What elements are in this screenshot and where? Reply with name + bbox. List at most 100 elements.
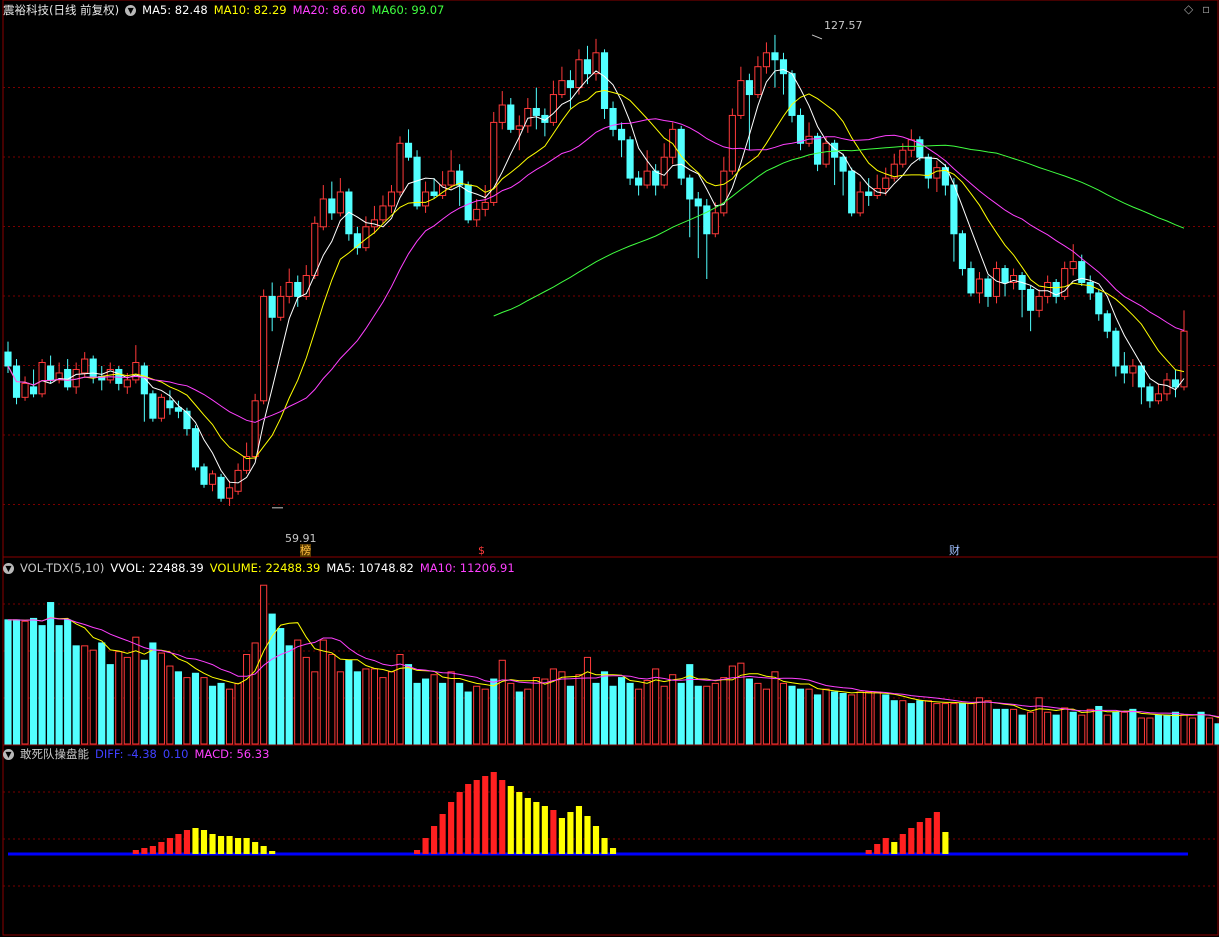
candle-body <box>498 104 506 123</box>
diff-label: DIFF: -4.38 <box>95 747 157 761</box>
candle-body <box>583 59 592 75</box>
candle-body <box>47 365 55 381</box>
volume-bar <box>541 678 549 745</box>
macd-bar <box>891 842 898 854</box>
candle-body <box>1103 313 1111 332</box>
volume-bar <box>1180 714 1188 745</box>
candle-body <box>132 362 140 381</box>
diamond-icon[interactable]: ◇ <box>1184 2 1193 16</box>
candle-body <box>967 268 975 294</box>
candle-body <box>1146 386 1154 402</box>
volume-bar <box>1205 717 1214 745</box>
volume-bar <box>47 602 55 745</box>
candle-body <box>217 476 225 499</box>
candle-body <box>975 278 984 294</box>
candle-body <box>711 212 719 235</box>
candle-body <box>882 177 890 190</box>
candle-body <box>515 125 523 130</box>
macd-bar <box>541 806 548 854</box>
volume-bar <box>643 679 651 745</box>
candle-body <box>600 52 609 109</box>
candle-body <box>796 114 805 144</box>
volume-bar <box>191 672 200 745</box>
candle-body <box>958 233 967 270</box>
macd-indicator-name[interactable]: 敢死队操盘能 <box>20 747 89 761</box>
macd-bar <box>533 802 540 854</box>
volume-bar <box>464 691 472 745</box>
candle-body <box>1001 268 1009 283</box>
volume-bar <box>771 671 779 745</box>
candle-body <box>481 201 489 210</box>
dea-label: 0.10 <box>162 747 189 761</box>
volume-bar <box>234 682 242 745</box>
candle-body <box>174 407 183 412</box>
volume-bar <box>430 674 438 745</box>
candle-body <box>507 104 515 130</box>
square-icon[interactable]: ▫ <box>1202 2 1210 16</box>
event-marker-dollar[interactable]: $ <box>478 544 485 557</box>
event-marker-finance[interactable]: 财 <box>949 544 960 557</box>
candle-body <box>1069 261 1077 270</box>
candle-body <box>779 59 788 75</box>
macd-bar <box>601 838 608 854</box>
volume-bar <box>456 682 464 745</box>
candle-body <box>686 177 694 200</box>
volume-bar <box>992 708 1001 745</box>
event-marker-list[interactable]: 榜 <box>300 544 311 557</box>
volume-bar <box>1103 714 1111 745</box>
candle-body <box>1086 281 1094 294</box>
volume-bar <box>1001 708 1009 745</box>
candle-body <box>549 94 557 123</box>
volume-bar <box>831 691 839 745</box>
volume-bar <box>984 700 992 745</box>
macd-bar <box>473 780 480 854</box>
candle-body <box>81 358 89 374</box>
candle-body <box>277 295 285 318</box>
volume-indicator-name[interactable]: VOL-TDX(5,10) <box>20 561 104 575</box>
dropdown-icon[interactable]: ▼ <box>125 5 137 16</box>
candle-body <box>617 128 626 141</box>
volume-bar <box>1137 717 1145 745</box>
candle-body <box>234 469 242 492</box>
dropdown-icon[interactable]: ▼ <box>3 563 14 574</box>
volume-bar <box>703 685 711 745</box>
macd-bar <box>524 798 531 854</box>
macd-bar <box>925 818 932 854</box>
macd-bar <box>933 812 940 854</box>
macd-bar <box>158 842 165 854</box>
volume-bar <box>217 682 225 745</box>
stock-chart[interactable] <box>0 0 1219 937</box>
vol-ma10-label: MA10: 11206.91 <box>419 561 515 575</box>
macd-bar <box>490 772 497 854</box>
volume-bar <box>720 677 728 745</box>
candle-body <box>4 351 12 367</box>
volume-bar <box>865 691 873 745</box>
macd-bar <box>260 846 267 854</box>
volume-bar <box>583 656 592 745</box>
ma60-label: MA60: 99.07 <box>371 3 445 17</box>
volume-bar <box>1052 714 1060 745</box>
candle-body <box>992 268 1001 297</box>
dropdown-icon[interactable]: ▼ <box>3 749 14 760</box>
macd-bar <box>899 834 906 854</box>
macd-bar <box>200 830 208 854</box>
candle-body <box>626 139 634 179</box>
volume-bar <box>907 703 915 745</box>
volume-bar <box>370 668 379 745</box>
volume-bar <box>55 625 63 745</box>
price-panel-border <box>2 0 1219 558</box>
volume-bar <box>805 688 813 745</box>
macd-bar <box>149 846 156 854</box>
high-marker-arrow <box>811 34 823 40</box>
candle-body <box>328 198 336 214</box>
volume-bar <box>174 671 183 745</box>
volume-bar <box>345 659 353 745</box>
volume-bar <box>12 619 21 745</box>
volume-bar <box>916 700 924 745</box>
candle-body <box>813 135 822 165</box>
stock-title[interactable]: 震裕科技(日线 前复权) <box>3 3 119 17</box>
macd-bar <box>431 826 438 854</box>
volume-bar <box>311 671 319 745</box>
candle-body <box>754 66 762 96</box>
volume-bar <box>387 671 396 745</box>
